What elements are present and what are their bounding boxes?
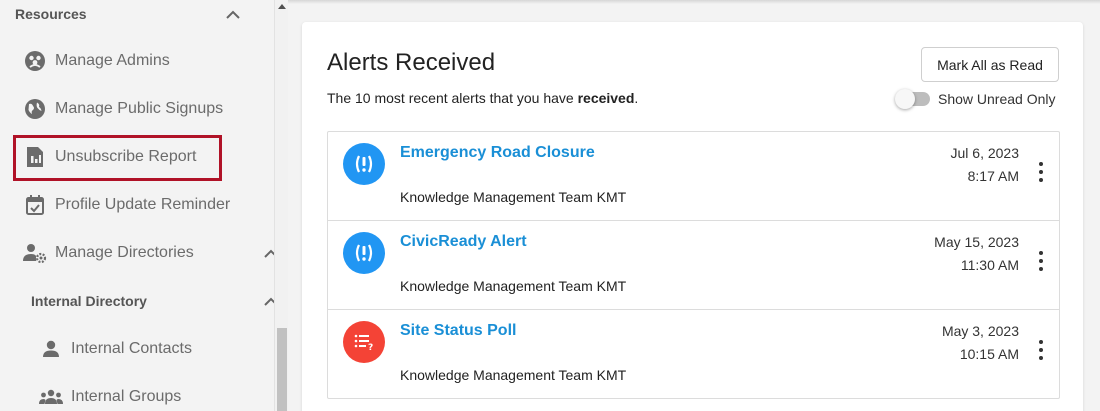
more-vert-icon[interactable]: [1035, 340, 1047, 360]
sidebar-item-label: Manage Public Signups: [55, 100, 224, 117]
alert-time: 8:17 AM: [967, 168, 1019, 184]
sidebar-item-label: Internal Groups: [71, 388, 182, 405]
chevron-up-icon[interactable]: [221, 2, 245, 26]
alert-date: May 15, 2023: [934, 234, 1019, 250]
alert-row[interactable]: CivicReady Alert Knowledge Management Te…: [328, 221, 1059, 310]
directory-settings-icon: [23, 241, 47, 265]
sidebar-section-label: Resources: [15, 6, 87, 22]
highlight-box: [13, 135, 222, 181]
calendar-check-icon: [23, 193, 47, 217]
sidebar-item-label: Internal Contacts: [71, 340, 192, 357]
alert-time: 10:15 AM: [959, 346, 1019, 362]
sidebar-section-internal-directory[interactable]: Internal Directory: [31, 277, 274, 325]
poll-icon: ?: [343, 321, 385, 363]
alerts-card: Alerts Received The 10 most recent alert…: [302, 22, 1083, 411]
sidebar-item-label: Manage Admins: [55, 52, 170, 69]
alert-exclamation-icon: [343, 232, 385, 274]
sidebar: Resources Manage Admins Manage Public Si…: [0, 0, 274, 411]
sidebar-item-internal-groups[interactable]: Internal Groups: [39, 373, 274, 411]
globe-icon: [23, 97, 47, 121]
alert-row[interactable]: Emergency Road Closure Knowledge Managem…: [328, 132, 1059, 221]
chevron-up-icon[interactable]: [259, 241, 274, 265]
sidebar-item-label: Profile Update Reminder: [55, 196, 231, 213]
alert-title-link[interactable]: Emergency Road Closure: [400, 144, 595, 162]
sidebar-item-manage-directories[interactable]: Manage Directories: [23, 229, 274, 277]
alert-exclamation-icon: [343, 143, 385, 185]
more-vert-icon[interactable]: [1035, 251, 1047, 271]
admins-icon: [23, 49, 47, 73]
alert-list: Emergency Road Closure Knowledge Managem…: [327, 131, 1060, 399]
sidebar-section-resources[interactable]: Resources: [15, 0, 274, 38]
mark-all-read-button[interactable]: Mark All as Read: [921, 47, 1059, 82]
sidebar-item-internal-contacts[interactable]: Internal Contacts: [39, 325, 274, 373]
toggle-label: Show Unread Only: [938, 91, 1056, 107]
subtitle-text: The 10 most recent alerts that you have: [327, 90, 578, 106]
scroll-up-arrow-icon[interactable]: [278, 4, 286, 9]
chevron-up-icon[interactable]: [259, 289, 274, 313]
alert-row[interactable]: ? Site Status Poll Knowledge Management …: [328, 310, 1059, 399]
sidebar-item-manage-public-signups[interactable]: Manage Public Signups: [23, 85, 274, 133]
sidebar-item-label: Manage Directories: [55, 244, 194, 261]
alert-sender: Knowledge Management Team KMT: [400, 367, 627, 383]
page-title: Alerts Received: [327, 49, 496, 76]
sidebar-item-profile-update-reminder[interactable]: Profile Update Reminder: [23, 181, 274, 229]
top-shadow: [288, 0, 1100, 4]
person-icon: [39, 337, 63, 361]
subtitle-bold: received: [577, 90, 635, 106]
alerts-subtitle: The 10 most recent alerts that you have …: [327, 90, 638, 106]
show-unread-toggle[interactable]: [895, 89, 930, 109]
group-icon: [39, 385, 63, 409]
toggle-knob: [895, 89, 915, 109]
svg-text:?: ?: [368, 343, 373, 353]
sidebar-section-label: Internal Directory: [31, 293, 147, 309]
show-unread-toggle-row[interactable]: Show Unread Only: [895, 88, 1056, 110]
sidebar-scrollbar[interactable]: [274, 0, 288, 411]
alert-time: 11:30 AM: [960, 257, 1019, 273]
alert-sender: Knowledge Management Team KMT: [400, 278, 627, 294]
alert-sender: Knowledge Management Team KMT: [400, 189, 627, 205]
more-vert-icon[interactable]: [1035, 162, 1047, 182]
scrollbar-thumb[interactable]: [277, 328, 287, 411]
alert-date: May 3, 2023: [941, 323, 1019, 339]
alert-date: Jul 6, 2023: [950, 145, 1020, 161]
alert-title-link[interactable]: Site Status Poll: [400, 322, 516, 340]
subtitle-suffix: .: [634, 90, 639, 106]
sidebar-item-manage-admins[interactable]: Manage Admins: [23, 37, 274, 85]
alert-title-link[interactable]: CivicReady Alert: [400, 233, 527, 251]
